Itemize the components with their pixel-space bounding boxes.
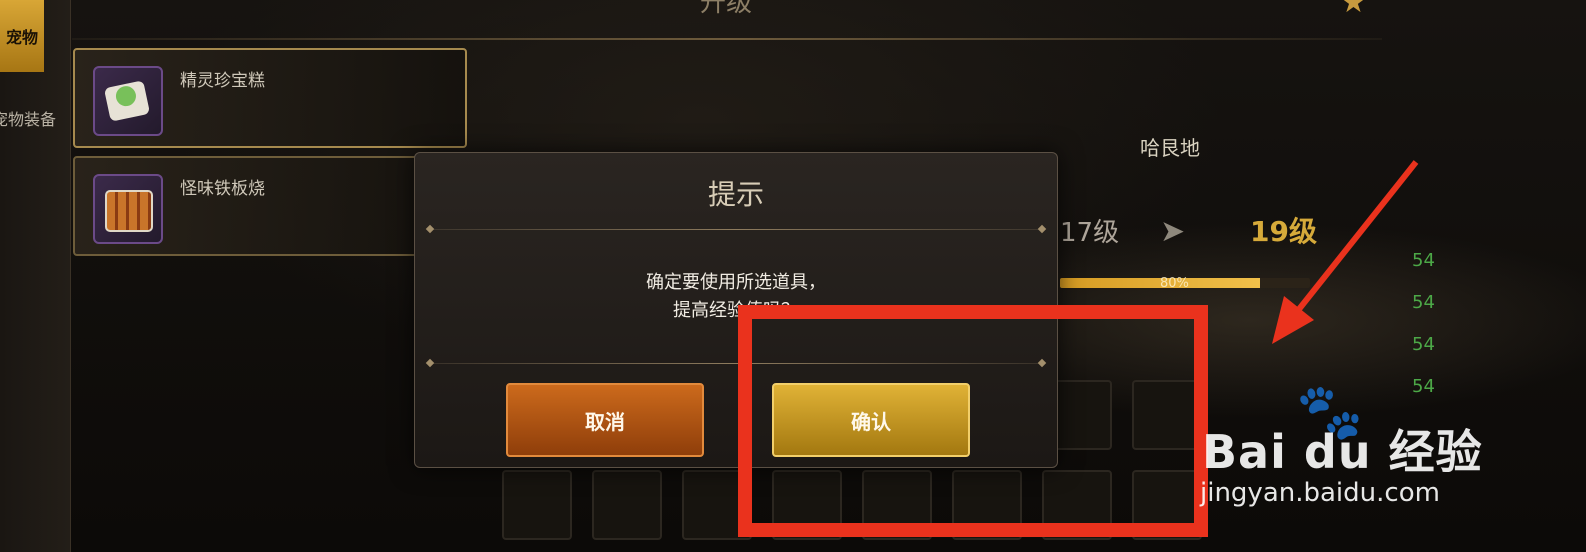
dialog-divider-top (429, 229, 1043, 230)
level-from: 17级 (1060, 218, 1120, 248)
item-row-cake[interactable]: 精灵珍宝糕 (73, 48, 467, 148)
annotation-arrow-icon (1272, 160, 1419, 344)
cancel-button[interactable]: 取消 (506, 383, 704, 457)
item-slot[interactable] (592, 470, 662, 540)
item-slot[interactable] (502, 470, 572, 540)
watermark-logo: Bai du 经验 (1202, 425, 1483, 479)
pet-name: 哈艮地 (1140, 136, 1200, 160)
item-row-grill[interactable]: 怪味铁板烧 (73, 156, 467, 256)
page-title: 升级 (700, 0, 753, 18)
cake-icon (93, 66, 163, 136)
star-icon[interactable]: ★ (1340, 0, 1386, 18)
dialog-message-line1: 确定要使用所选道具， (646, 272, 826, 293)
grill-icon (93, 174, 163, 244)
left-tab-bar: 宠物 宠物装备 (0, 0, 71, 552)
item-name: 精灵珍宝糕 (180, 71, 265, 91)
tab-pet[interactable]: 宠物 (0, 0, 44, 72)
tab-pet-equipment[interactable]: 宠物装备 (0, 98, 70, 138)
exp-percent-text: 80% (1160, 276, 1189, 291)
item-name: 怪味铁板烧 (180, 179, 265, 199)
annotation-highlight-box (738, 305, 1208, 537)
baidu-watermark: 🐾 Bai du 经验 jingyan.baidu.com (1200, 380, 1500, 540)
dialog-title: 提示 (707, 178, 764, 211)
arrow-right-icon: ➤ (1160, 214, 1186, 249)
watermark-url: jingyan.baidu.com (1200, 478, 1440, 508)
header-divider (72, 38, 1382, 40)
